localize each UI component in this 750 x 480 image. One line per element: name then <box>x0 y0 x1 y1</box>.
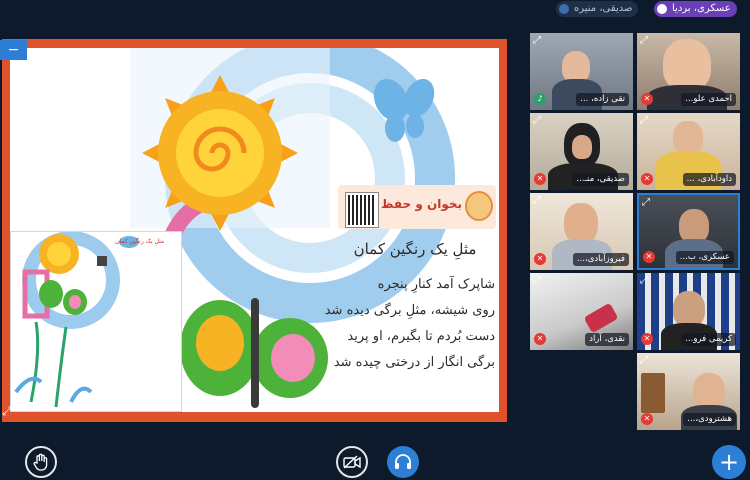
participant-face <box>673 291 705 327</box>
speaker-name: صدیقی، منیره <box>574 3 633 14</box>
participant-tile[interactable]: ⤢ ♪ تقی زاده، ... <box>530 33 633 110</box>
speaker-chip-askari: عسکری، بردیا <box>654 1 737 17</box>
thumbnail-title: مثلِ یک رنگین کمان <box>115 238 165 245</box>
participant-name: احمدی علو... <box>681 93 736 106</box>
minimize-button[interactable]: − <box>0 40 27 60</box>
expand-tile-icon[interactable]: ⤢ <box>642 198 650 208</box>
participant-tile[interactable]: ⤢ ✕ کریمی فرو... <box>637 273 740 350</box>
mic-off-icon: ✕ <box>641 333 653 345</box>
speaker-name: عسکری، بردیا <box>672 3 731 14</box>
speaker-status-icon <box>657 4 667 14</box>
mic-on-icon: ♪ <box>534 93 546 105</box>
participant-tile[interactable]: ⤢ ✕ داودآبادی، ... <box>637 113 740 190</box>
expand-tile-icon[interactable]: ⤢ <box>533 276 541 286</box>
participant-name: هشترودی،... <box>683 413 736 426</box>
expand-tile-icon[interactable]: ⤢ <box>533 196 541 206</box>
raise-hand-button[interactable] <box>25 446 57 478</box>
participant-tile-active[interactable]: ⤢ ✕ عسکری، ب... <box>637 193 740 270</box>
participant-tile[interactable]: ⤢ ✕ احمدی علو... <box>637 33 740 110</box>
mic-off-icon: ✕ <box>643 251 655 263</box>
mic-off-icon: ✕ <box>641 93 653 105</box>
participant-name: کریمی فرو... <box>681 333 736 346</box>
poem-line: روی شیشه، مثلِ برگی دیده شد <box>324 303 495 318</box>
participant-tile[interactable]: ⤢ ✕ نقدی، آراد <box>530 273 633 350</box>
participant-name: صدیقی، منـ... <box>572 173 629 186</box>
raise-hand-icon <box>33 453 48 471</box>
participant-face <box>693 373 725 409</box>
poem-heading: مثلِ یک رنگین کمان <box>353 240 477 258</box>
shared-slide: بخوان و حفظ کن مثلِ یک رنگین کمان شاپرک … <box>10 48 499 412</box>
expand-icon[interactable]: ⤢ <box>2 404 18 420</box>
participant-name: داودآبادی، ... <box>682 173 736 186</box>
audio-button[interactable] <box>387 446 419 478</box>
participant-face <box>564 203 598 243</box>
camera-toggle-button[interactable] <box>336 446 368 478</box>
plus-icon: + <box>718 448 740 476</box>
page-thumbnail[interactable]: مثلِ یک رنگین کمان <box>10 231 182 412</box>
participant-face <box>673 121 703 155</box>
shared-content-frame: بخوان و حفظ کن مثلِ یک رنگین کمان شاپرک … <box>2 39 507 422</box>
participant-tile[interactable]: ⤢ ✕ فیروزآبادی،... <box>530 193 633 270</box>
participant-face-inner <box>572 135 592 159</box>
speaker-status-icon <box>559 4 569 14</box>
expand-tile-icon[interactable]: ⤢ <box>640 36 648 46</box>
expand-tile-icon[interactable]: ⤢ <box>533 116 541 126</box>
participant-tile[interactable]: ⤢ ✕ صدیقی، منـ... <box>530 113 633 190</box>
mic-off-icon: ✕ <box>641 413 653 425</box>
participant-name: تقی زاده، ... <box>576 93 629 106</box>
participant-furniture <box>641 373 665 413</box>
thumbnail-illustration <box>11 232 181 411</box>
poem-line: برگی انگار از درختی چیده شد <box>333 355 495 370</box>
expand-tile-icon[interactable]: ⤢ <box>533 36 541 46</box>
poem-line: شاپرک آمد کنارِ پنجره <box>377 277 495 292</box>
expand-tile-icon[interactable]: ⤢ <box>640 276 648 286</box>
poem-line: دست بُردم تا بگیرم، او پرید <box>347 329 495 344</box>
minus-icon: − <box>7 42 20 58</box>
participant-name: عسکری، ب... <box>675 251 734 264</box>
participant-tile[interactable]: ⤢ ✕ هشترودی،... <box>637 353 740 430</box>
speaker-chip-sedighi: صدیقی، منیره <box>556 1 639 17</box>
character-icon <box>465 191 493 221</box>
poem-text: مثلِ یک رنگین کمان شاپرک آمد کنارِ پنجره… <box>324 240 495 376</box>
add-button[interactable]: + <box>712 445 746 479</box>
headphones-icon <box>395 454 411 469</box>
mic-off-icon: ✕ <box>534 333 546 345</box>
expand-tile-icon[interactable]: ⤢ <box>640 356 648 366</box>
expand-tile-icon[interactable]: ⤢ <box>640 116 648 126</box>
participant-face <box>679 209 709 243</box>
participant-face <box>663 39 711 91</box>
mic-off-icon: ✕ <box>534 173 546 185</box>
mic-off-icon: ✕ <box>641 173 653 185</box>
qr-code-icon <box>346 193 378 227</box>
camera-off-icon <box>343 455 361 469</box>
participant-name: نقدی، آراد <box>585 333 629 346</box>
mic-off-icon: ✕ <box>534 253 546 265</box>
participant-name: فیروزآبادی،... <box>572 253 629 266</box>
